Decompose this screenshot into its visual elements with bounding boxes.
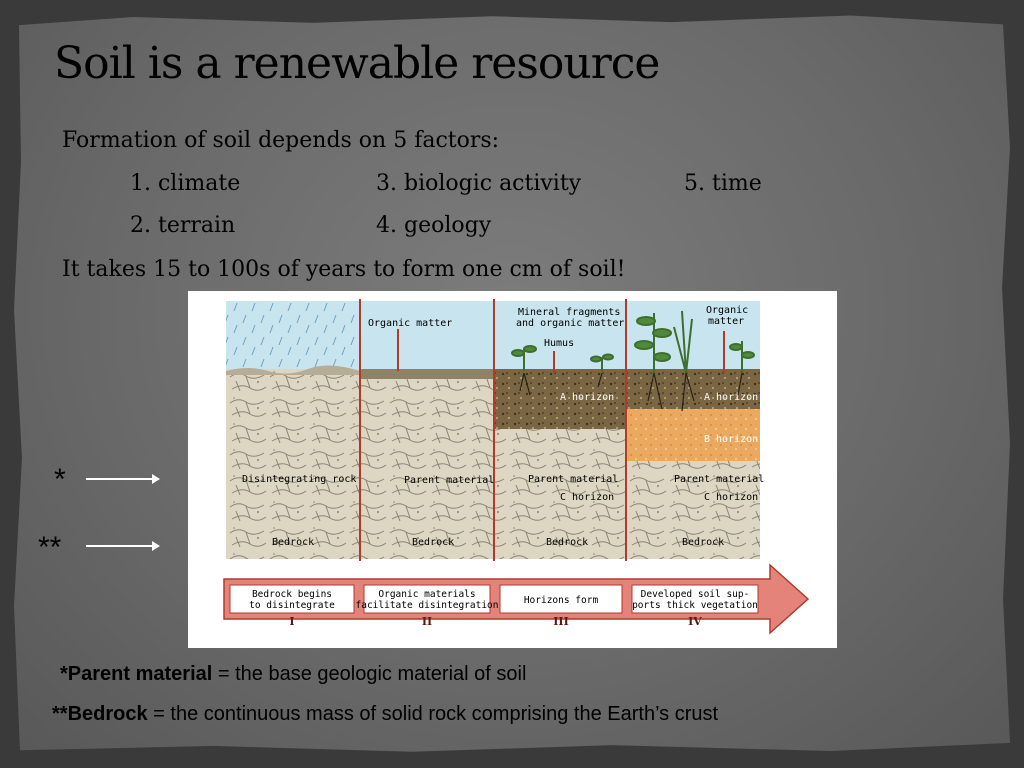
bedrock-term: Bedrock [67,703,148,725]
stage-3-top-label-1: Mineral fragments [518,307,620,318]
stage-3-caption-1: Horizons form [524,595,599,606]
stage-4-a-horizon-layer [626,369,760,409]
stage-4-b-horizon-label: B horizon [704,434,758,445]
bedrock-definition: **Bedrock = the continuous mass of solid… [52,703,718,726]
intro-text: Formation of soil depends on 5 factors: [62,128,500,153]
stage-2-parent-label: Parent material [404,475,494,486]
factor-climate: 1. climate [130,171,241,196]
stage-1-caption-2: to disintegrate [249,600,335,611]
stage-4-a-horizon-label: A horizon [704,392,758,403]
stage-1-bedrock-label: Bedrock [272,537,314,548]
stage-3-c-horizon-label: C horizon [560,492,614,503]
stage-4-bedrock-label: Bedrock [682,537,724,548]
stage-4-numeral: IV [688,615,702,628]
stage-4-top-label-1: Organic [706,305,748,316]
stage-3-a-horizon-label: A horizon [560,392,614,403]
slide-title: Soil is a renewable resource [54,38,660,89]
parent-material-term: Parent material [67,663,213,685]
stage-2-organic-layer [360,369,494,379]
stage-4-caption-1: Developed soil sup- [641,589,750,600]
factor-time: 5. time [684,171,762,196]
stage-3-numeral: III [553,615,568,628]
parent-material-marker: * [54,463,66,496]
stage-3-humus-label: Humus [544,338,574,349]
stage-2-sky [360,301,494,371]
stage-3-bedrock-label: Bedrock [546,537,588,548]
stage-4-caption-2: ports thick vegetation [632,600,758,611]
stage-2-caption-1: Organic materials [378,589,475,600]
stage-1-numeral: I [289,615,294,628]
stage-1-caption-1: Bedrock begins [252,589,332,600]
stage-2-bedrock-label: Bedrock [412,537,454,548]
parent-material-definition: *Parent material = the base geologic mat… [60,663,526,686]
factor-geology: 4. geology [376,213,492,238]
bedrock-marker: ** [38,531,62,564]
parent-material-text: = the base geologic material of soil [212,663,527,685]
parent-material-arrow [86,474,160,484]
stage-1-rock-label: Disintegrating rock [242,474,356,485]
parent-material-prefix: * [60,663,68,685]
factor-biologic-activity: 3. biologic activity [376,171,582,196]
factor-terrain: 2. terrain [130,213,236,238]
stage-4-parent-label: Parent material [674,474,764,485]
stage-2-caption-2: facilitate disintegration [356,600,499,611]
bedrock-prefix: ** [52,703,68,725]
bedrock-arrow [86,541,160,551]
stage-4-top-label-2: matter [708,316,744,327]
stage-1-rain-sky [226,301,360,371]
stage-2-numeral: II [422,615,432,628]
bedrock-text: = the continuous mass of solid rock comp… [147,703,719,725]
stage-2-top-label: Organic matter [368,318,452,329]
stage-3-top-label-2: and organic matter [516,318,624,329]
soil-formation-diagram: Organic matter Mineral fragments and org… [188,291,837,648]
formation-time-note: It takes 15 to 100s of years to form one… [62,257,626,282]
stage-4-c-horizon-label: C horizon [704,492,758,503]
stage-3-parent-label: Parent material [528,474,618,485]
